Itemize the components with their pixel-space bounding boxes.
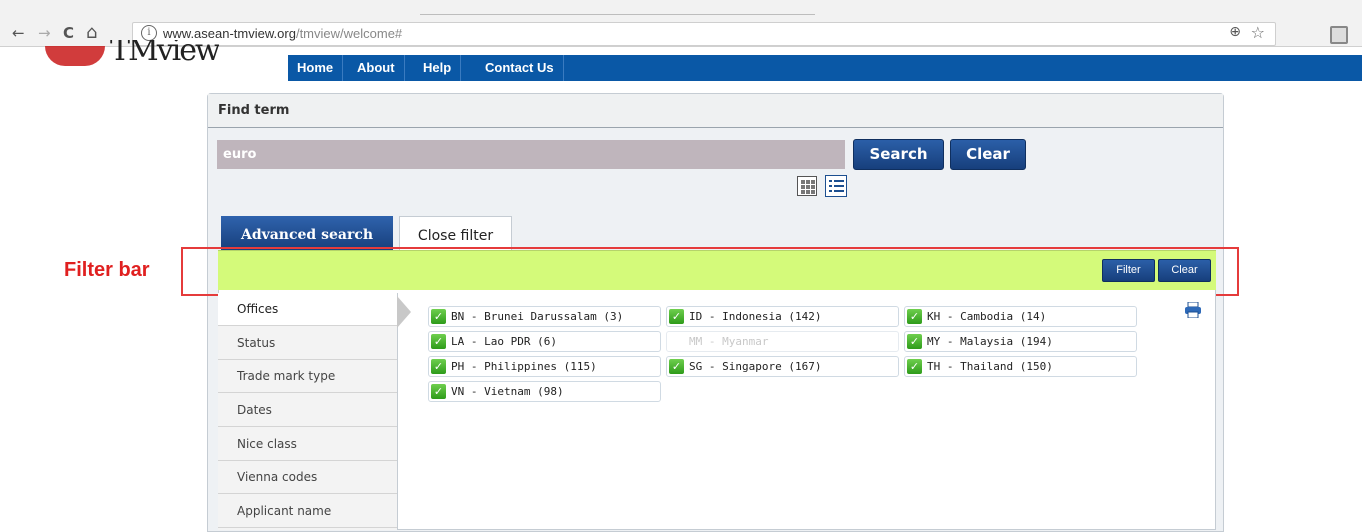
filter-sidebar: Offices Status Trade mark type Dates Nic…: [218, 293, 398, 530]
url-host: www.asean-tmview.org: [163, 26, 296, 41]
checkbox-checked-icon[interactable]: ✓: [431, 384, 446, 399]
panel-title: Find term: [218, 103, 290, 118]
active-pointer-arrow: [397, 296, 411, 328]
forward-icon[interactable]: →: [38, 24, 51, 42]
sidebar-item-offices[interactable]: Offices: [218, 293, 397, 326]
menu-help[interactable]: Help: [414, 55, 462, 81]
address-bar[interactable]: i www.asean-tmview.org/tmview/welcome# ⊕…: [132, 22, 1276, 46]
url-path: /tmview/welcome#: [295, 26, 403, 41]
tab-close-filter[interactable]: Close filter: [399, 216, 512, 250]
print-icon[interactable]: [1184, 302, 1202, 318]
office-option-la[interactable]: ✓ LA - Lao PDR (6): [428, 331, 661, 352]
office-option-id[interactable]: ✓ ID - Indonesia (142): [666, 306, 899, 327]
office-option-bn[interactable]: ✓ BN - Brunei Darussalam (3): [428, 306, 661, 327]
tab-advanced-search[interactable]: Advanced search: [221, 216, 393, 250]
logo-emblem: [45, 46, 105, 66]
menu-home[interactable]: Home: [288, 55, 344, 81]
office-option-mm: MM - Myanmar: [666, 331, 899, 352]
sidebar-item-vienna-codes[interactable]: Vienna codes: [218, 461, 397, 494]
checkbox-checked-icon[interactable]: ✓: [431, 309, 446, 324]
sidebar-item-dates[interactable]: Dates: [218, 394, 397, 427]
grid-view-icon[interactable]: [797, 176, 817, 196]
url-text[interactable]: www.asean-tmview.org/tmview/welcome#: [163, 26, 402, 41]
search-button[interactable]: Search: [853, 139, 944, 170]
zoom-icon[interactable]: ⊕: [1229, 24, 1241, 40]
office-option-ph[interactable]: ✓ PH - Philippines (115): [428, 356, 661, 377]
tab-strip: [420, 0, 815, 15]
checkbox-checked-icon[interactable]: ✓: [431, 359, 446, 374]
list-view-icon[interactable]: [825, 175, 847, 197]
sidebar-item-status[interactable]: Status: [218, 327, 397, 360]
office-option-th[interactable]: ✓ TH - Thailand (150): [904, 356, 1137, 377]
reload-icon[interactable]: C: [63, 24, 74, 42]
checkbox-checked-icon[interactable]: ✓: [669, 309, 684, 324]
sidebar-item-trade-mark-type[interactable]: Trade mark type: [218, 360, 397, 393]
office-option-my[interactable]: ✓ MY - Malaysia (194): [904, 331, 1137, 352]
sidebar-item-applicant-name[interactable]: Applicant name: [218, 495, 397, 528]
checkbox-checked-icon[interactable]: ✓: [431, 334, 446, 349]
office-option-vn[interactable]: ✓ VN - Vietnam (98): [428, 381, 661, 402]
annotation-label: Filter bar: [64, 259, 150, 281]
clear-search-button[interactable]: Clear: [950, 139, 1026, 170]
main-menu: Home About Help Contact Us: [288, 55, 1362, 81]
checkbox-checked-icon[interactable]: ✓: [907, 334, 922, 349]
panel-header: Find term: [208, 94, 1223, 128]
extension-icon[interactable]: [1330, 26, 1348, 44]
home-icon[interactable]: ⌂: [86, 24, 97, 42]
office-option-kh[interactable]: ✓ KH - Cambodia (14): [904, 306, 1137, 327]
checkbox-checked-icon[interactable]: ✓: [907, 359, 922, 374]
annotation-box: [181, 247, 1239, 296]
office-option-sg[interactable]: ✓ SG - Singapore (167): [666, 356, 899, 377]
sidebar-item-nice-class[interactable]: Nice class: [218, 428, 397, 461]
menu-about[interactable]: About: [348, 55, 405, 81]
site-logo[interactable]: TMview: [110, 40, 219, 62]
menu-contact-us[interactable]: Contact Us: [476, 55, 564, 81]
info-icon[interactable]: i: [141, 25, 157, 41]
checkbox-checked-icon[interactable]: ✓: [669, 359, 684, 374]
bookmark-star-icon[interactable]: ☆: [1251, 23, 1265, 42]
checkbox-checked-icon[interactable]: ✓: [907, 309, 922, 324]
back-icon[interactable]: ←: [12, 24, 25, 42]
search-input[interactable]: [217, 140, 845, 169]
